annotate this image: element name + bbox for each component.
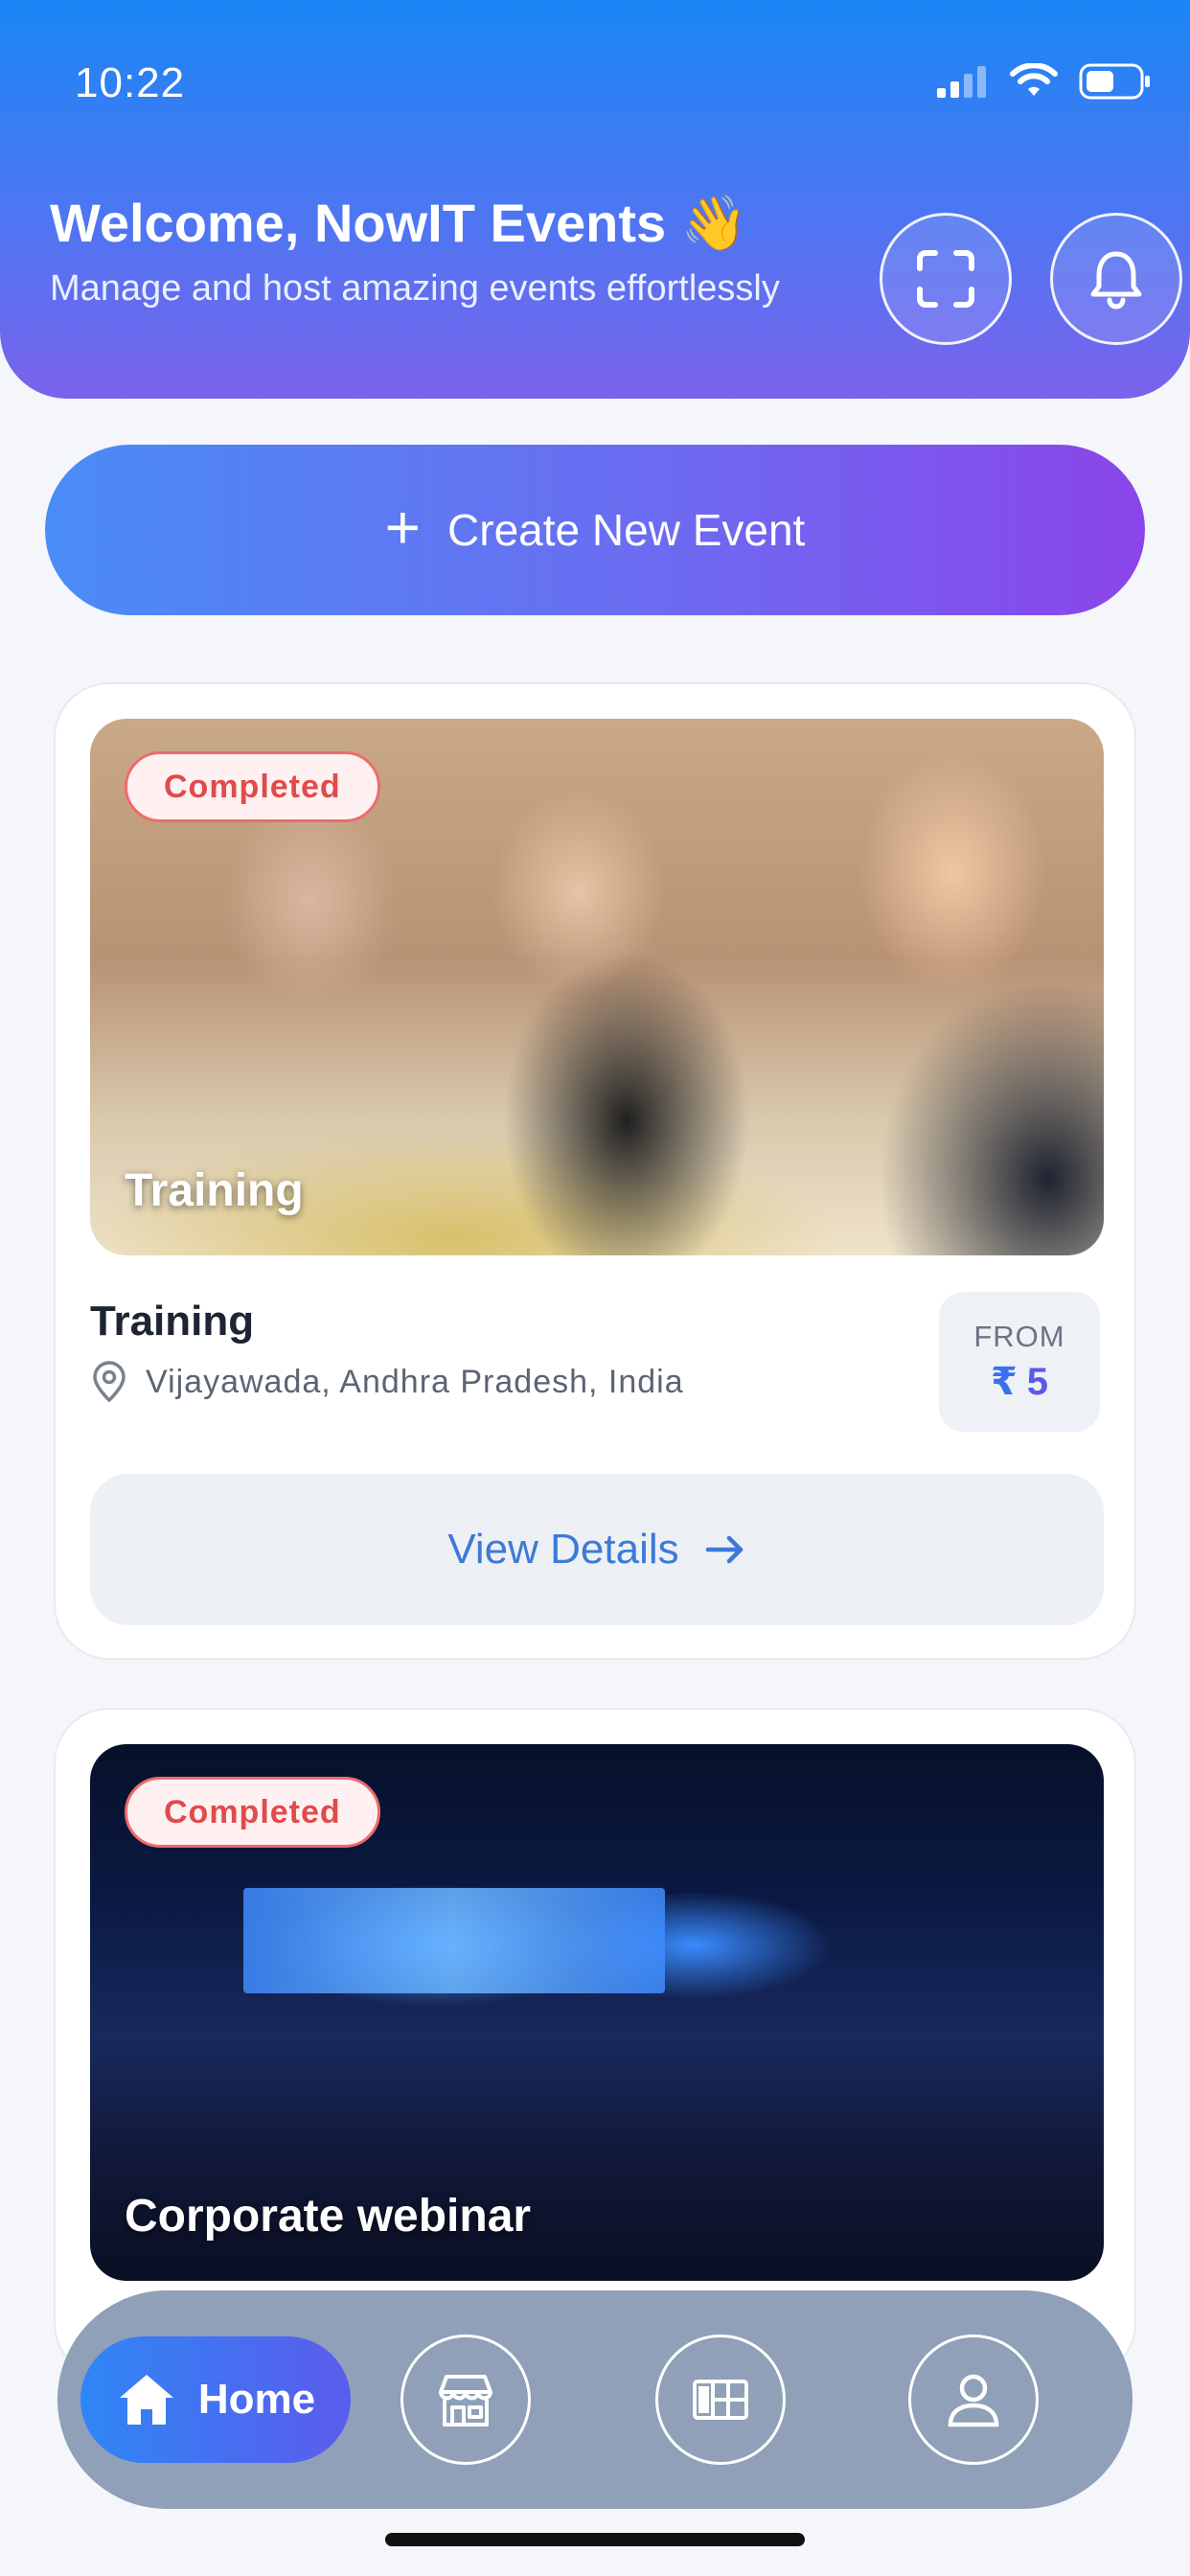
create-event-label: Create New Event [447, 505, 806, 555]
nav-profile-button[interactable] [908, 2334, 1039, 2465]
notification-button[interactable] [1050, 213, 1182, 345]
event-location-text: Vijayawada, Andhra Pradesh, India [146, 1363, 684, 1400]
wifi-icon [1010, 63, 1058, 96]
scan-button[interactable] [880, 213, 1012, 345]
event-card[interactable]: Completed Training Training Vijayawada, … [54, 682, 1136, 1660]
price-value: ₹5 [991, 1360, 1048, 1404]
event-image: Completed Training [90, 719, 1104, 1255]
status-badge: Completed [125, 1777, 380, 1848]
home-icon [119, 2375, 173, 2425]
bell-icon [1090, 251, 1142, 310]
nav-home-label: Home [197, 2376, 316, 2423]
grid-icon [693, 2380, 748, 2420]
event-location: Vijayawada, Andhra Pradesh, India [90, 1361, 684, 1403]
view-details-button[interactable]: View Details [90, 1474, 1104, 1625]
nav-home-button[interactable]: Home [80, 2336, 351, 2463]
nav-grid-button[interactable] [655, 2334, 786, 2465]
location-pin-icon [93, 1361, 126, 1403]
status-icons [935, 63, 1152, 100]
status-badge: Completed [125, 751, 380, 822]
status-time: 10:22 [75, 59, 186, 106]
bottom-navigation: Home [57, 2290, 1133, 2509]
signal-icon [937, 66, 986, 98]
event-card[interactable]: Completed Corporate webinar [54, 1708, 1136, 2379]
price-from-label: FROM [973, 1320, 1065, 1353]
arrow-right-icon [705, 1535, 743, 1564]
store-icon [439, 2375, 492, 2426]
currency-symbol: ₹ [990, 1361, 1018, 1403]
plus-icon: + [384, 493, 422, 562]
welcome-subtitle: Manage and host amazing events effortles… [50, 268, 780, 309]
view-details-label: View Details [447, 1526, 679, 1573]
battery-icon [1079, 63, 1150, 100]
profile-icon [948, 2374, 999, 2427]
header: 10:22 Welcome, NowIT Events 👋 Manage and… [0, 0, 1190, 399]
stage-screen [243, 1888, 665, 1993]
create-event-button[interactable]: + Create New Event [45, 445, 1145, 615]
event-image: Completed Corporate webinar [90, 1744, 1104, 2281]
price-amount: 5 [1026, 1361, 1049, 1403]
home-indicator [385, 2533, 805, 2546]
event-image-label: Training [125, 1165, 304, 1216]
price-box: FROM ₹5 [939, 1292, 1100, 1432]
event-title: Training [90, 1298, 255, 1345]
scan-icon [917, 250, 974, 308]
nav-store-button[interactable] [400, 2334, 531, 2465]
event-image-label: Corporate webinar [125, 2191, 532, 2242]
welcome-title: Welcome, NowIT Events 👋 [50, 193, 748, 253]
